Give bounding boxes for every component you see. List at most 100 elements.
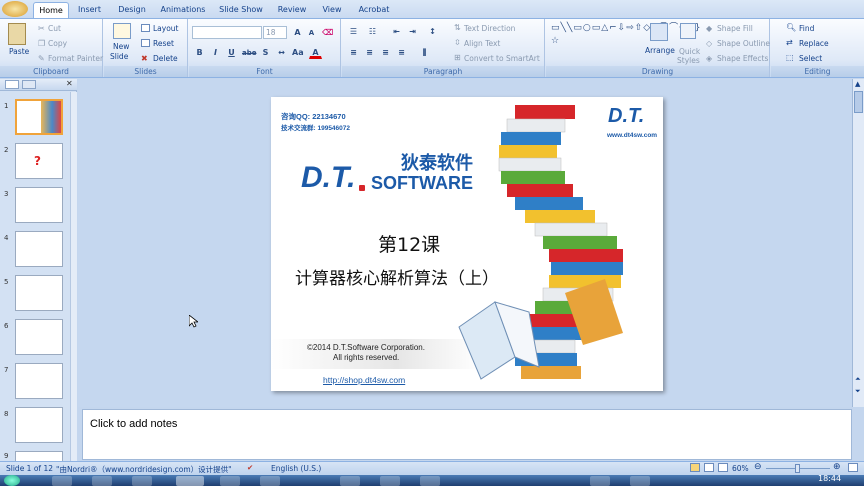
line-spacing-icon[interactable]: ↕ bbox=[426, 25, 439, 38]
tab-slide-show[interactable]: Slide Show bbox=[215, 2, 267, 18]
taskbar-app-icon[interactable] bbox=[380, 476, 400, 486]
spacing-icon[interactable]: ↔ bbox=[275, 46, 288, 59]
layout-button[interactable]: Layout bbox=[153, 24, 179, 33]
slide-thumbnail[interactable] bbox=[15, 363, 63, 399]
taskbar-app-icon[interactable] bbox=[590, 476, 610, 486]
underline-button[interactable]: U bbox=[225, 46, 238, 59]
taskbar-app-icon[interactable] bbox=[52, 476, 72, 486]
slide-thumbnail[interactable] bbox=[15, 451, 63, 461]
office-button[interactable] bbox=[2, 1, 28, 17]
tab-view[interactable]: View bbox=[317, 2, 347, 18]
italic-button[interactable]: I bbox=[209, 46, 222, 59]
align-right-icon[interactable]: ≡ bbox=[379, 46, 392, 59]
strikethrough-button[interactable]: abe bbox=[241, 46, 257, 59]
reset-button[interactable]: Reset bbox=[153, 39, 174, 48]
system-clock[interactable]: 18:44 bbox=[818, 474, 841, 483]
text-direction-button[interactable]: Text Direction bbox=[464, 24, 515, 33]
shapes-gallery[interactable]: ▭╲╲▭○▭△⌐⇩⇨⇧◇◁⌒⌒◠{}☆ bbox=[551, 22, 700, 64]
scroll-thumb[interactable] bbox=[854, 91, 863, 113]
arrange-icon[interactable] bbox=[650, 23, 668, 41]
tab-home[interactable]: Home bbox=[33, 2, 69, 18]
taskbar-app-icon[interactable] bbox=[420, 476, 440, 486]
shape-effects-button[interactable]: Shape Effects bbox=[717, 54, 768, 63]
align-text-button[interactable]: Align Text bbox=[464, 39, 500, 48]
outline-tab-icon[interactable] bbox=[22, 80, 36, 89]
close-pane-icon[interactable]: ✕ bbox=[66, 79, 73, 88]
previous-slide-icon[interactable]: ⏶ bbox=[855, 375, 861, 384]
bold-button[interactable]: B bbox=[193, 46, 206, 59]
clear-format-icon[interactable]: ⌫ bbox=[321, 26, 334, 39]
notes-pane[interactable]: Click to add notes bbox=[82, 409, 852, 460]
shadow-button[interactable]: S bbox=[259, 46, 272, 59]
quick-styles-label[interactable]: Quick bbox=[679, 47, 700, 56]
copy-button[interactable]: Copy bbox=[48, 39, 67, 48]
font-size-combo[interactable]: 18 bbox=[263, 26, 287, 39]
new-slide-label[interactable]: New bbox=[113, 42, 129, 51]
start-button[interactable] bbox=[4, 475, 20, 486]
shape-outline-button[interactable]: Shape Outline bbox=[717, 39, 770, 48]
justify-icon[interactable]: ≡ bbox=[395, 46, 408, 59]
slide-thumbnail[interactable]: ? bbox=[15, 143, 63, 179]
quick-styles-label-2[interactable]: Styles bbox=[677, 56, 700, 65]
font-color-icon[interactable]: A bbox=[309, 46, 322, 59]
format-painter-button[interactable]: Format Painter bbox=[48, 54, 103, 63]
taskbar-app-icon[interactable] bbox=[92, 476, 112, 486]
grow-font-icon[interactable]: A bbox=[291, 26, 304, 39]
bullets-icon[interactable]: ☰ bbox=[347, 25, 360, 38]
taskbar-app-icon[interactable] bbox=[260, 476, 280, 486]
slide-thumbnail[interactable] bbox=[15, 187, 63, 223]
shrink-font-icon[interactable]: A bbox=[305, 26, 318, 39]
next-slide-icon[interactable]: ⏷ bbox=[855, 387, 861, 396]
new-slide-icon[interactable] bbox=[113, 23, 131, 39]
change-case-icon[interactable]: Aa bbox=[291, 46, 304, 59]
select-button[interactable]: Select bbox=[799, 54, 822, 63]
slide-thumbnail[interactable] bbox=[15, 99, 63, 135]
taskbar-app-icon[interactable] bbox=[176, 476, 204, 486]
increase-indent-icon[interactable]: ⇥ bbox=[406, 25, 419, 38]
align-center-icon[interactable]: ≡ bbox=[363, 46, 376, 59]
fit-to-window-icon[interactable] bbox=[848, 463, 858, 472]
slide-thumbnail[interactable] bbox=[15, 231, 63, 267]
tab-animations[interactable]: Animations bbox=[157, 2, 209, 18]
paste-icon[interactable] bbox=[8, 23, 26, 45]
tab-acrobat[interactable]: Acrobat bbox=[353, 2, 395, 18]
replace-button[interactable]: Replace bbox=[799, 39, 829, 48]
find-button[interactable]: Find bbox=[799, 24, 814, 33]
tab-review[interactable]: Review bbox=[273, 2, 311, 18]
shop-link[interactable]: http://shop.dt4sw.com bbox=[323, 375, 405, 385]
align-left-icon[interactable]: ≡ bbox=[347, 46, 360, 59]
shape-fill-button[interactable]: Shape Fill bbox=[717, 24, 753, 33]
current-slide[interactable]: 咨询QQ: 22134670 技术交流群: 199546072 狄泰软件 D.T… bbox=[271, 97, 663, 391]
font-name-combo[interactable] bbox=[192, 26, 262, 39]
columns-icon[interactable]: ⫼ bbox=[418, 46, 431, 59]
convert-smartart-button[interactable]: Convert to SmartArt bbox=[464, 54, 540, 63]
slides-tab-icon[interactable] bbox=[5, 80, 19, 89]
thumbnail-scrollbar[interactable] bbox=[70, 92, 77, 461]
spellcheck-icon[interactable]: ✔ bbox=[247, 463, 253, 472]
decrease-indent-icon[interactable]: ⇤ bbox=[390, 25, 403, 38]
delete-button[interactable]: Delete bbox=[153, 54, 178, 63]
tab-design[interactable]: Design bbox=[112, 2, 152, 18]
taskbar-app-icon[interactable] bbox=[630, 476, 650, 486]
notes-placeholder[interactable]: Click to add notes bbox=[90, 418, 177, 430]
paste-button[interactable]: Paste bbox=[9, 47, 29, 56]
taskbar-app-icon[interactable] bbox=[340, 476, 360, 486]
new-slide-label-2[interactable]: Slide bbox=[110, 52, 128, 61]
scroll-up-arrow-icon[interactable]: ▲ bbox=[855, 80, 860, 88]
taskbar-app-icon[interactable] bbox=[220, 476, 240, 486]
zoom-out-icon[interactable]: ⊖ bbox=[754, 462, 762, 472]
slide-thumbnail[interactable] bbox=[15, 275, 63, 311]
zoom-in-icon[interactable]: ⊕ bbox=[833, 462, 841, 472]
quick-styles-icon[interactable] bbox=[680, 23, 696, 39]
cut-button[interactable]: Cut bbox=[48, 24, 61, 33]
zoom-slider[interactable] bbox=[766, 464, 830, 473]
slide-show-icon[interactable] bbox=[718, 463, 728, 472]
slide-thumbnail[interactable] bbox=[15, 319, 63, 355]
tab-insert[interactable]: Insert bbox=[72, 2, 107, 18]
arrange-button[interactable]: Arrange bbox=[645, 46, 675, 55]
taskbar-app-icon[interactable] bbox=[132, 476, 152, 486]
numbering-icon[interactable]: ☷ bbox=[366, 25, 379, 38]
slide-thumbnail[interactable] bbox=[15, 407, 63, 443]
normal-view-icon[interactable] bbox=[690, 463, 700, 472]
zoom-level[interactable]: 60% bbox=[732, 464, 749, 473]
